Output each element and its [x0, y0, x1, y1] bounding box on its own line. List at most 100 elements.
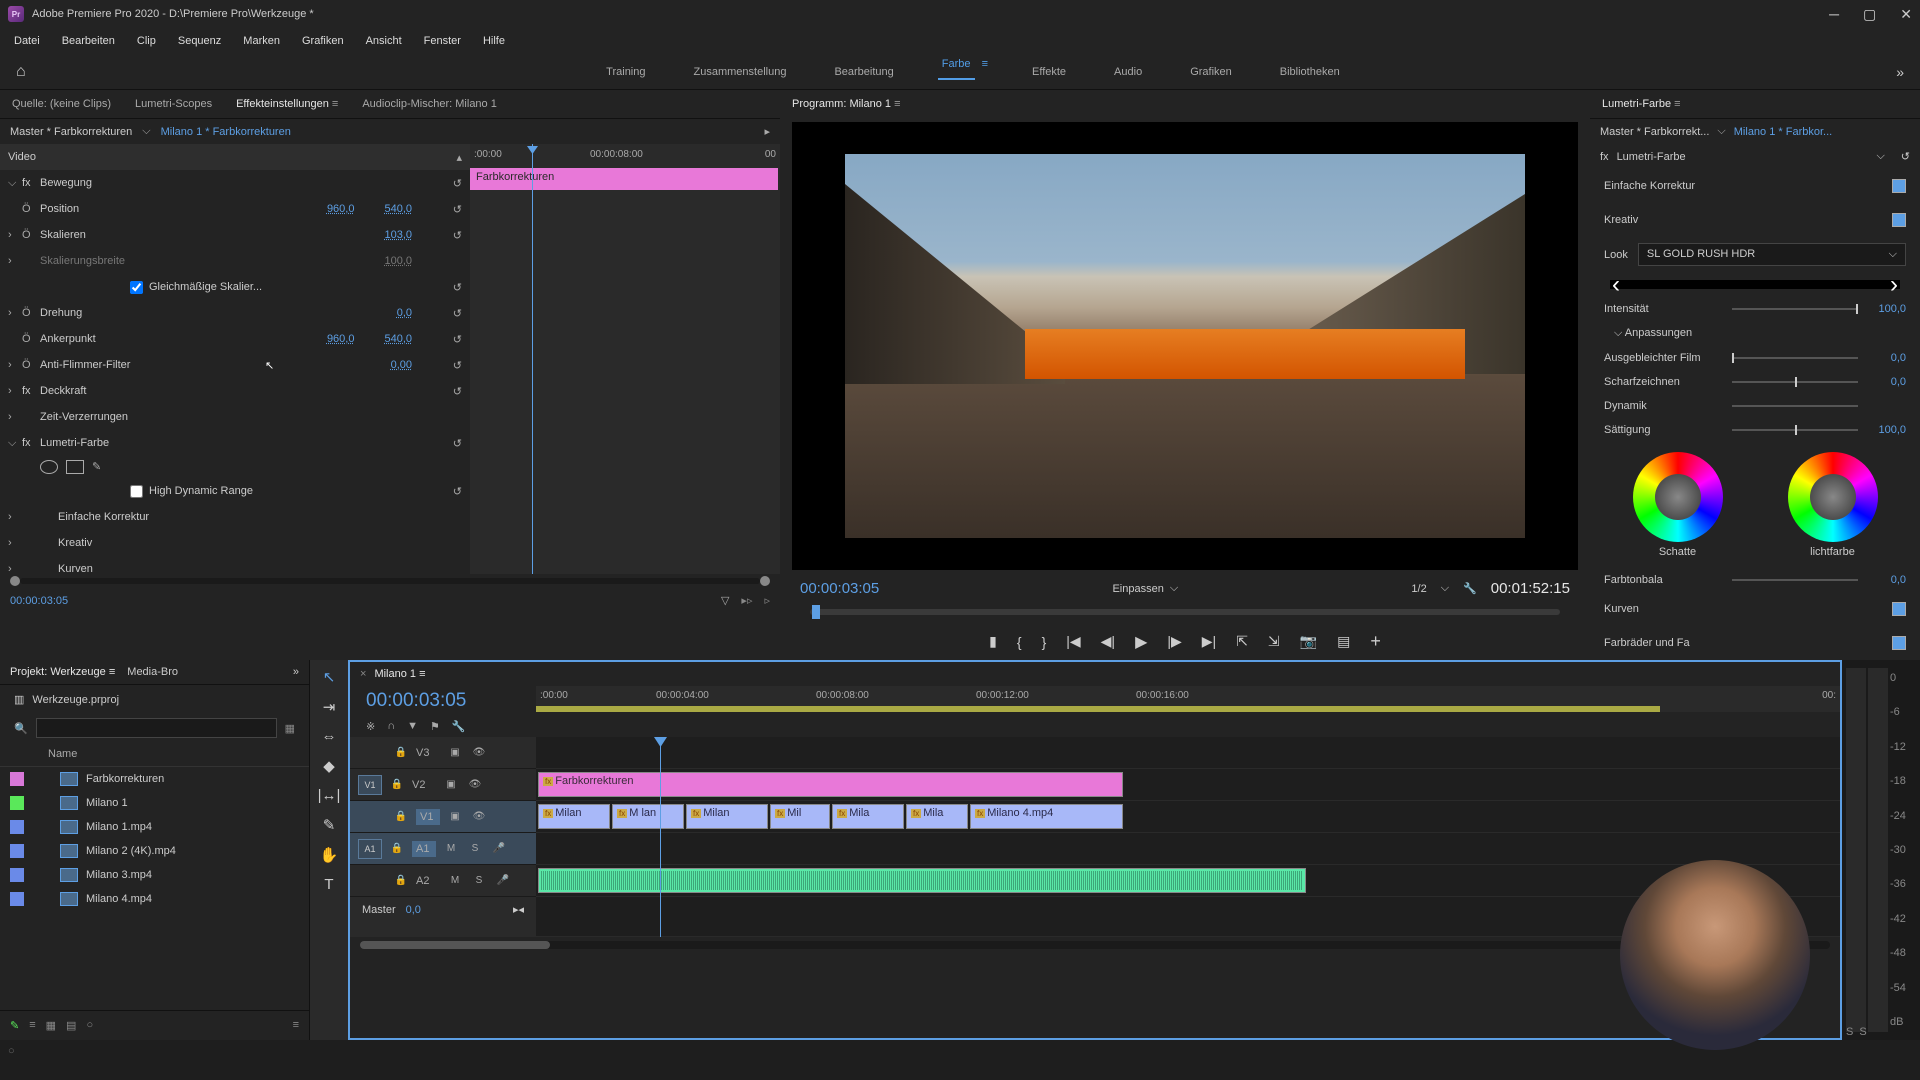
- section-enable-checkbox[interactable]: [1892, 636, 1906, 650]
- track-lock-icon[interactable]: 🔒: [388, 840, 406, 858]
- project-search-input[interactable]: [36, 718, 277, 738]
- next-look-arrow-icon[interactable]: ›: [1890, 271, 1898, 299]
- solo-icon[interactable]: S: [470, 872, 488, 890]
- timeline-timecode[interactable]: 00:00:03:05: [366, 690, 466, 711]
- home-icon[interactable]: ⌂: [16, 63, 26, 81]
- marker-icon[interactable]: ▼: [407, 720, 418, 733]
- ec-motion[interactable]: Bewegung: [40, 177, 442, 189]
- anchor-x-value[interactable]: 960,0: [327, 333, 355, 345]
- mask-rect-icon[interactable]: [66, 460, 84, 474]
- menu-grafiken[interactable]: Grafiken: [292, 31, 354, 51]
- timeline-clip-video[interactable]: fxMila: [832, 804, 904, 829]
- reset-icon[interactable]: ↺: [1901, 150, 1910, 163]
- expand-icon[interactable]: ⌵: [8, 437, 22, 450]
- expand-icon[interactable]: ›: [8, 359, 22, 371]
- reset-icon[interactable]: ↺: [442, 177, 462, 190]
- add-button-icon[interactable]: +: [1370, 631, 1381, 652]
- menu-hilfe[interactable]: Hilfe: [473, 31, 515, 51]
- mute-icon[interactable]: M: [442, 840, 460, 858]
- mute-icon[interactable]: M: [446, 872, 464, 890]
- track-lock-icon[interactable]: 🔒: [392, 744, 410, 762]
- close-button[interactable]: ✕: [1900, 6, 1912, 23]
- antiflicker-value[interactable]: 0,00: [391, 359, 412, 371]
- section-enable-checkbox[interactable]: [1892, 602, 1906, 616]
- expand-icon[interactable]: ▸◂: [513, 903, 524, 916]
- track-visibility-icon[interactable]: 👁: [466, 776, 484, 794]
- position-x-value[interactable]: 960,0: [327, 203, 355, 215]
- program-page[interactable]: 1/2: [1411, 583, 1426, 595]
- hand-tool-icon[interactable]: ✋: [320, 846, 339, 864]
- reset-icon[interactable]: ↺: [442, 281, 462, 294]
- lum-section-basic[interactable]: Einfache Korrektur: [1590, 169, 1920, 203]
- project-item[interactable]: Milano 3.mp4: [0, 863, 309, 887]
- timeline-playhead[interactable]: [660, 737, 661, 937]
- reset-icon[interactable]: ↺: [442, 359, 462, 372]
- fx-badge-icon[interactable]: fx: [1600, 151, 1609, 163]
- step-back-icon[interactable]: ◀|: [1101, 633, 1115, 650]
- ec-basic-correction[interactable]: Einfache Korrektur: [58, 511, 462, 523]
- expand-icon[interactable]: ›: [8, 537, 22, 549]
- track-lock-icon[interactable]: 🔒: [392, 872, 410, 890]
- uniform-scale-checkbox[interactable]: [130, 281, 143, 294]
- vibrance-slider[interactable]: [1732, 405, 1858, 407]
- lum-clip[interactable]: Milano 1 * Farbkor...: [1734, 126, 1832, 138]
- track-output-icon[interactable]: ▣: [446, 744, 464, 762]
- maximize-button[interactable]: ▢: [1863, 6, 1876, 23]
- comparison-icon[interactable]: ▤: [1337, 633, 1350, 650]
- keyframe-icon[interactable]: ▹: [764, 594, 770, 607]
- menu-ansicht[interactable]: Ansicht: [356, 31, 412, 51]
- tab-program[interactable]: Programm: Milano 1 ≡: [792, 98, 901, 110]
- timeline-clip-adjustment[interactable]: fxFarbkorrekturen: [538, 772, 1123, 797]
- chevron-down-icon[interactable]: ⌵: [1876, 150, 1884, 163]
- shadow-tint-wheel[interactable]: [1633, 452, 1723, 542]
- program-zoom-dropdown[interactable]: Einpassen ⌵: [1112, 582, 1178, 595]
- icon-view-icon[interactable]: ▦: [46, 1019, 56, 1032]
- tab-audio-mixer[interactable]: Audioclip-Mischer: Milano 1: [362, 98, 497, 110]
- timeline-clip-video[interactable]: fxMilan: [686, 804, 768, 829]
- search-icon[interactable]: 🔍: [14, 722, 28, 735]
- settings-icon[interactable]: ⚑: [430, 720, 440, 733]
- timeline-zoom-scrollbar[interactable]: [360, 941, 1830, 949]
- mark-out-icon[interactable]: {: [1017, 634, 1022, 650]
- minimize-button[interactable]: ─: [1829, 6, 1839, 23]
- stopwatch-icon[interactable]: Ö: [22, 307, 40, 319]
- track-visibility-icon[interactable]: 👁: [470, 744, 488, 762]
- tab-sequence[interactable]: Milano 1 ≡: [374, 668, 425, 680]
- timeline-clip-video[interactable]: fxM lan: [612, 804, 684, 829]
- program-monitor-viewport[interactable]: [792, 122, 1578, 570]
- section-enable-checkbox[interactable]: [1892, 179, 1906, 193]
- step-forward-icon[interactable]: |▶: [1167, 633, 1181, 650]
- project-item[interactable]: Milano 1.mp4: [0, 815, 309, 839]
- source-patch-v1[interactable]: V1: [358, 775, 382, 795]
- linked-selection-icon[interactable]: ∩: [387, 720, 395, 733]
- stopwatch-icon[interactable]: Ö: [22, 333, 40, 345]
- track-select-tool-icon[interactable]: ⇥: [323, 698, 336, 716]
- workspace-overflow-icon[interactable]: »: [1896, 64, 1904, 80]
- expand-icon[interactable]: ›: [8, 307, 22, 319]
- menu-clip[interactable]: Clip: [127, 31, 166, 51]
- rotation-value[interactable]: 0,0: [397, 307, 412, 319]
- ec-master-label[interactable]: Master * Farbkorrekturen: [10, 126, 132, 138]
- workspace-libraries[interactable]: Bibliotheken: [1276, 58, 1344, 86]
- sharpen-slider[interactable]: [1732, 381, 1858, 383]
- solo-button[interactable]: S: [1846, 1026, 1853, 1038]
- lum-section-creative[interactable]: Kreativ: [1590, 203, 1920, 237]
- new-bin-icon[interactable]: ▦: [285, 722, 295, 735]
- lum-section-wheels[interactable]: Farbräder und Fa: [1590, 626, 1920, 660]
- ec-play-icon[interactable]: ▸: [764, 125, 770, 138]
- intensity-value[interactable]: 100,0: [1866, 303, 1906, 315]
- prev-look-arrow-icon[interactable]: ‹: [1612, 271, 1620, 299]
- timeline-clip-video[interactable]: fxMil: [770, 804, 830, 829]
- section-enable-checkbox[interactable]: [1892, 213, 1906, 227]
- ec-timecode[interactable]: 00:00:03:05: [10, 595, 68, 607]
- ec-curves[interactable]: Kurven: [58, 563, 462, 574]
- position-y-value[interactable]: 540,0: [384, 203, 412, 215]
- ec-clip-bar[interactable]: Farbkorrekturen: [470, 168, 778, 190]
- faded-film-value[interactable]: 0,0: [1866, 352, 1906, 364]
- mark-in-icon[interactable]: ▮: [989, 633, 997, 650]
- saturation-value[interactable]: 100,0: [1866, 424, 1906, 436]
- keyframe-icon[interactable]: ▸▹: [741, 594, 752, 607]
- saturation-slider[interactable]: [1732, 429, 1858, 431]
- lum-master[interactable]: Master * Farbkorrekt...: [1600, 126, 1709, 138]
- tint-balance-slider[interactable]: [1732, 579, 1858, 581]
